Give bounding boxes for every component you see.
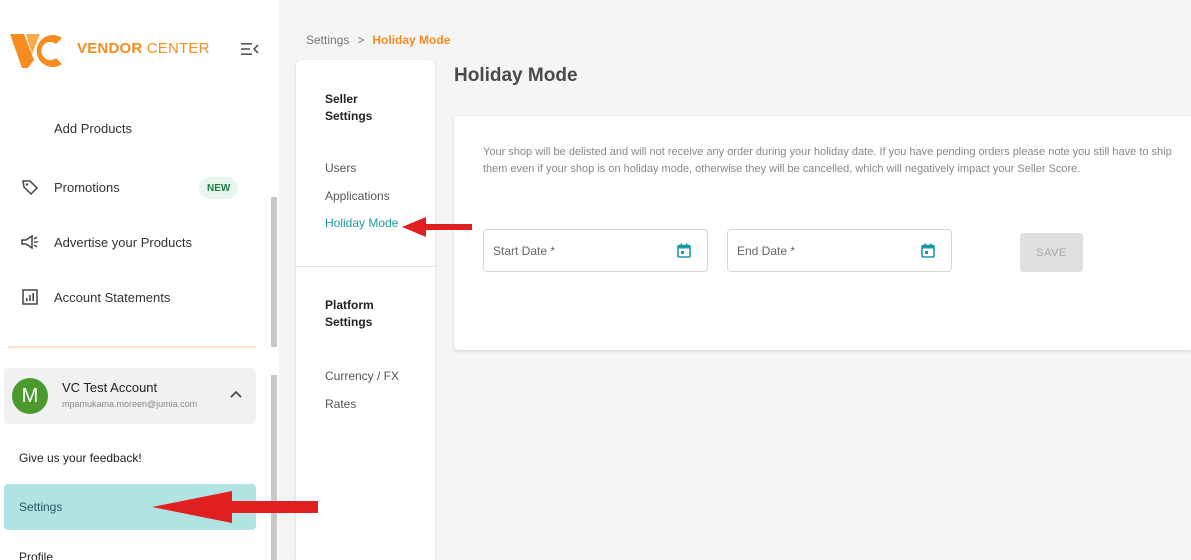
feedback-link[interactable]: Give us your feedback! (19, 451, 142, 465)
save-button[interactable]: SAVE (1020, 233, 1083, 272)
start-date-placeholder: Start Date * (493, 244, 556, 258)
annotation-arrow-holiday-mode (402, 217, 472, 237)
settings-nav: Seller Settings Users Applications Holid… (296, 60, 435, 560)
new-badge: NEW (199, 177, 239, 199)
annotation-arrow-settings (152, 491, 318, 523)
sidebar-item-profile[interactable]: Profile (19, 550, 53, 560)
vendor-center-logo (10, 34, 62, 68)
avatar: M (12, 378, 48, 414)
breadcrumb-separator: > (357, 33, 365, 47)
nav-link-applications[interactable]: Applications (325, 189, 390, 203)
sidebar-item-promotions[interactable]: Promotions NEW (0, 167, 260, 207)
nav-link-currency-fx-rates[interactable]: Currency / FX Rates (325, 362, 410, 418)
breadcrumb-parent[interactable]: Settings (306, 33, 349, 47)
brand-name: VENDOR CENTER (77, 40, 210, 57)
sidebar-scrollbar[interactable] (271, 197, 277, 347)
chevron-up-icon[interactable] (230, 390, 242, 398)
end-date-field[interactable]: End Date * (727, 229, 952, 272)
page-title: Holiday Mode (454, 65, 578, 86)
account-switcher[interactable]: M VC Test Account mpamukama.moreen@jumia… (4, 368, 256, 424)
sidebar-item-label: Advertise your Products (54, 234, 193, 250)
sidebar-item-label: Account Statements (54, 289, 171, 305)
account-name: VC Test Account (62, 380, 158, 395)
breadcrumb: Settings > Holiday Mode (306, 33, 450, 47)
sidebar-item-account-statements[interactable]: Account Statements (0, 277, 260, 317)
platform-settings-heading: Platform Settings (325, 298, 374, 329)
nav-link-holiday-mode[interactable]: Holiday Mode (325, 216, 398, 230)
breadcrumb-current: Holiday Mode (372, 33, 451, 47)
seller-settings-heading: Seller Settings (325, 92, 373, 123)
section-divider (8, 346, 256, 348)
collapse-menu-icon[interactable] (240, 40, 260, 58)
sidebar-item-label: Add Products (54, 120, 133, 136)
nav-link-users[interactable]: Users (325, 161, 356, 175)
holiday-mode-card: Your shop will be delisted and will not … (454, 116, 1191, 350)
holiday-notice: Your shop will be delisted and will not … (483, 146, 1172, 175)
megaphone-icon (20, 232, 40, 252)
sidebar: VENDOR CENTER Add Products Promotions NE… (0, 0, 279, 560)
start-date-field[interactable]: Start Date * (483, 229, 708, 272)
tag-icon (20, 177, 40, 197)
end-date-placeholder: End Date * (737, 244, 796, 258)
statement-icon (20, 287, 40, 307)
sidebar-item-label: Promotions (54, 179, 120, 195)
account-email: mpamukama.moreen@jumia.com (62, 399, 198, 409)
sidebar-item-advertise[interactable]: Advertise your Products (0, 222, 260, 262)
sidebar-scrollbar-lower[interactable] (271, 375, 277, 560)
calendar-icon[interactable] (677, 243, 691, 258)
nav-divider (296, 266, 435, 267)
calendar-icon[interactable] (921, 243, 935, 258)
sidebar-item-add-products[interactable]: Add Products (0, 108, 260, 148)
sidebar-item-label: Settings (19, 500, 63, 514)
